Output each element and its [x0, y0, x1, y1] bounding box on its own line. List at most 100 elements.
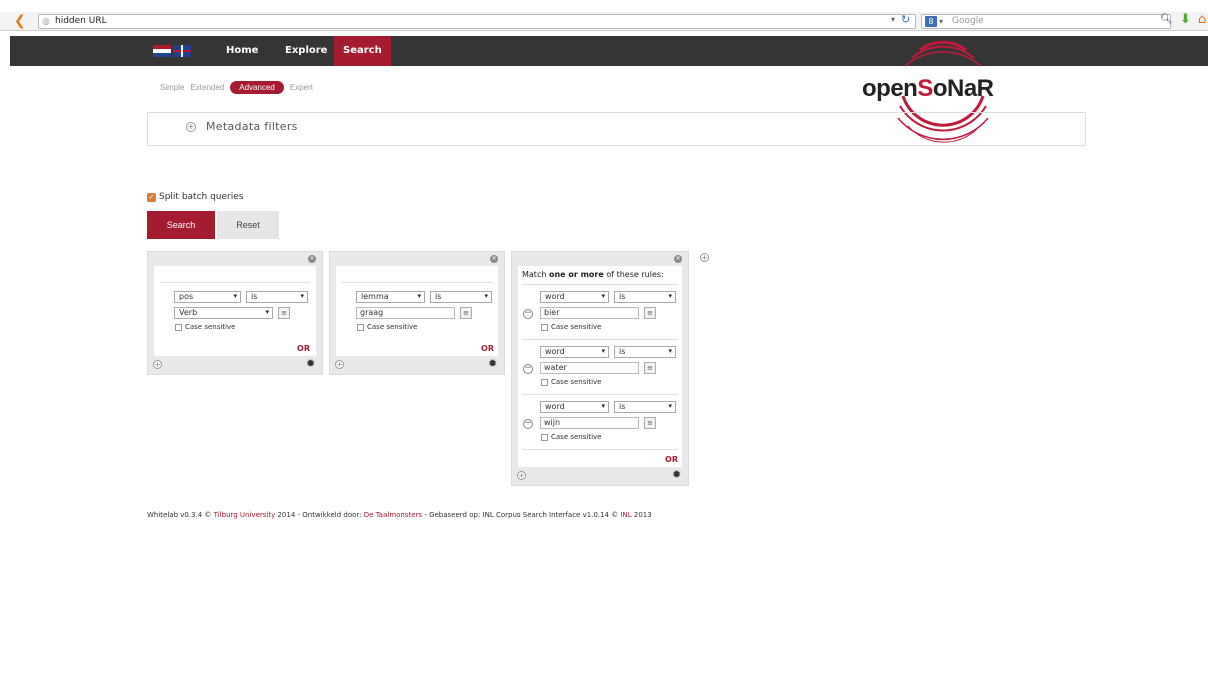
- case-checkbox[interactable]: [357, 323, 364, 331]
- search-engine-icon[interactable]: 8: [925, 16, 937, 27]
- magnifier-icon[interactable]: 🔍︎: [1160, 14, 1173, 25]
- or-button[interactable]: OR: [481, 344, 494, 353]
- footer-text: Whitelab v0.3.4 ©: [147, 511, 214, 519]
- operator-select[interactable]: is ▾: [614, 401, 676, 413]
- field-select[interactable]: word ▾: [540, 401, 609, 413]
- field-select[interactable]: word ▾: [540, 346, 609, 358]
- logo-text-s: S: [917, 75, 933, 102]
- add-rule-icon[interactable]: +: [517, 471, 526, 480]
- remove-rule-icon[interactable]: −: [523, 419, 533, 429]
- case-sensitive-option[interactable]: Case sensitive: [541, 433, 601, 441]
- footer: Whitelab v0.3.4 © Tilburg University 201…: [147, 511, 652, 519]
- reload-icon[interactable]: ↻: [901, 13, 910, 26]
- case-checkbox[interactable]: [541, 323, 548, 331]
- case-label: Case sensitive: [367, 323, 418, 331]
- field-select[interactable]: word ▾: [540, 291, 609, 303]
- list-icon[interactable]: ≡: [644, 362, 656, 374]
- url-bar[interactable]: ◍ hidden URL: [38, 14, 916, 29]
- url-text: hidden URL: [55, 16, 107, 26]
- divider: [522, 284, 678, 285]
- close-icon[interactable]: ✕: [490, 255, 498, 263]
- nav-home[interactable]: Home: [218, 36, 266, 66]
- token-box-1: ✕ pos ▾ is ▾ Verb ▾ ≡ Case sensitive OR + ✹: [147, 251, 323, 375]
- or-button[interactable]: OR: [665, 455, 678, 464]
- search-button[interactable]: Search: [147, 211, 215, 239]
- download-arrow-icon[interactable]: ⬇: [1180, 12, 1191, 27]
- case-sensitive-option[interactable]: Case sensitive: [541, 323, 601, 331]
- tab-advanced[interactable]: Advanced: [230, 81, 284, 94]
- logo-text-onar: oNaR: [932, 75, 994, 102]
- url-dropdown-icon[interactable]: ▾: [891, 15, 895, 24]
- split-batch-checkbox[interactable]: ✓: [147, 192, 156, 202]
- search-placeholder: Google: [952, 16, 984, 26]
- operator-select[interactable]: is ▾: [430, 291, 492, 303]
- list-icon[interactable]: ≡: [278, 307, 290, 319]
- tab-simple[interactable]: Simple: [160, 83, 184, 92]
- list-icon[interactable]: ≡: [460, 307, 472, 319]
- gear-icon[interactable]: ✹: [306, 357, 315, 370]
- case-label: Case sensitive: [185, 323, 236, 331]
- divider: [522, 394, 678, 395]
- globe-icon: ◍: [42, 17, 50, 27]
- add-token-box-icon[interactable]: +: [700, 253, 709, 262]
- close-icon[interactable]: ✕: [308, 255, 316, 263]
- tab-expert[interactable]: Expert: [290, 83, 313, 92]
- remove-rule-icon[interactable]: −: [523, 309, 533, 319]
- tab-extended[interactable]: Extended: [190, 83, 224, 92]
- case-checkbox[interactable]: [175, 323, 182, 331]
- gear-icon[interactable]: ✹: [488, 357, 497, 370]
- tilburg-link[interactable]: Tilburg University: [214, 511, 276, 519]
- logo-text-open: open: [862, 75, 918, 102]
- search-engine-dropdown-icon[interactable]: ▾: [939, 15, 943, 28]
- list-icon[interactable]: ≡: [644, 417, 656, 429]
- gear-icon[interactable]: ✹: [672, 468, 681, 481]
- browser-search-box[interactable]: 8 ▾ Google: [921, 14, 1171, 29]
- operator-select[interactable]: is ▾: [614, 346, 676, 358]
- list-icon[interactable]: ≡: [644, 307, 656, 319]
- rule-panel: Match one or more of these rules: word ▾ …: [518, 266, 682, 467]
- value-select[interactable]: Verb ▾: [174, 307, 273, 319]
- add-token-icon[interactable]: +: [335, 360, 344, 369]
- remove-rule-icon[interactable]: −: [523, 364, 533, 374]
- add-token-icon[interactable]: +: [153, 360, 162, 369]
- back-arrow-icon[interactable]: ❮: [14, 13, 26, 29]
- nav-explore[interactable]: Explore: [277, 36, 335, 66]
- operator-select[interactable]: is ▾: [246, 291, 308, 303]
- expand-plus-icon[interactable]: +: [186, 122, 196, 132]
- operator-select[interactable]: is ▾: [614, 291, 676, 303]
- divider: [522, 449, 678, 450]
- language-flags: [153, 45, 191, 57]
- value-input[interactable]: wijn: [540, 417, 639, 429]
- uk-flag-icon[interactable]: [173, 45, 191, 57]
- close-icon[interactable]: ✕: [674, 255, 682, 263]
- value-input[interactable]: water: [540, 362, 639, 374]
- case-sensitive-option[interactable]: Case sensitive: [357, 323, 417, 331]
- inl-link[interactable]: INL: [620, 511, 631, 519]
- taalmonsters-link[interactable]: De Taalmonsters: [364, 511, 422, 519]
- field-select[interactable]: pos ▾: [174, 291, 241, 303]
- case-sensitive-option[interactable]: Case sensitive: [541, 378, 601, 386]
- value-input[interactable]: bier: [540, 307, 639, 319]
- reset-button[interactable]: Reset: [217, 211, 279, 239]
- search-mode-tabs: Simple Extended Advanced Expert: [160, 81, 313, 94]
- nav-search[interactable]: Search: [334, 36, 391, 66]
- metadata-filters-panel[interactable]: + Metadata filters: [147, 112, 1086, 146]
- metadata-filters-label[interactable]: Metadata filters: [206, 120, 298, 133]
- token-box-3: ✕ Match one or more of these rules: word…: [511, 251, 689, 486]
- case-sensitive-option[interactable]: Case sensitive: [175, 323, 235, 331]
- home-icon[interactable]: ⌂: [1198, 12, 1206, 27]
- logo-wordmark: openSoNaR: [862, 75, 994, 103]
- case-checkbox[interactable]: [541, 433, 548, 441]
- footer-text: - Gebaseerd op: INL Corpus Search Interf…: [422, 511, 621, 519]
- or-button[interactable]: OR: [297, 344, 310, 353]
- divider: [522, 339, 678, 340]
- footer-text: 2013: [631, 511, 652, 519]
- browser-toolbar: ❮ ◍ hidden URL ▾ ↻ 8 ▾ Google 🔍︎ ⬇ ⌂: [0, 12, 1208, 31]
- case-checkbox[interactable]: [541, 378, 548, 386]
- case-label: Case sensitive: [551, 433, 602, 441]
- value-input[interactable]: graag: [356, 307, 455, 319]
- dutch-flag-icon[interactable]: [153, 45, 171, 57]
- field-select[interactable]: lemma ▾: [356, 291, 425, 303]
- footer-text: 2014 - Ontwikkeld door:: [275, 511, 364, 519]
- case-label: Case sensitive: [551, 378, 602, 386]
